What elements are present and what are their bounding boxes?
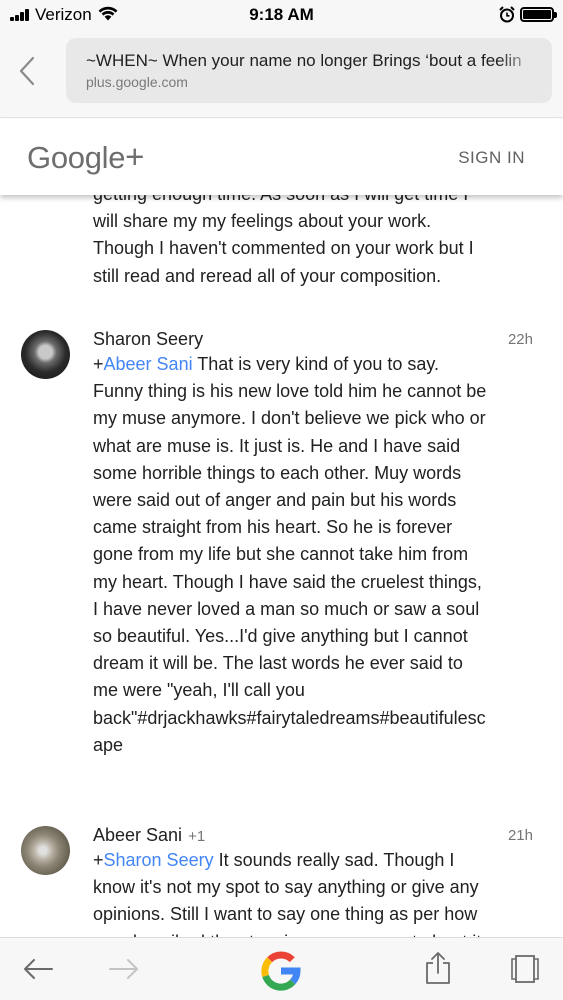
- alarm-clock-icon: [499, 6, 515, 23]
- logo-wordmark: Google: [27, 140, 126, 175]
- avatar[interactable]: [21, 330, 70, 379]
- google-g-icon[interactable]: [259, 949, 303, 993]
- avatar[interactable]: [21, 826, 70, 875]
- mention-link[interactable]: Abeer Sani: [104, 354, 193, 374]
- google-plus-logo[interactable]: Google+: [27, 138, 144, 176]
- back-arrow-icon[interactable]: [22, 958, 54, 980]
- status-bar: Verizon 9:18 AM: [0, 0, 563, 30]
- comment-body: +Abeer Sani That is very kind of you to …: [93, 351, 488, 759]
- browser-url-bar: ~WHEN~ When your name no longer Brings ‘…: [0, 30, 563, 118]
- comments-list: getting enough time. As soon as I will g…: [0, 195, 563, 937]
- comment-body-partial: getting enough time. As soon as I will g…: [93, 195, 474, 286]
- comment-timestamp: 21h: [507, 827, 533, 844]
- address-field[interactable]: ~WHEN~ When your name no longer Brings ‘…: [66, 38, 552, 103]
- comment-author[interactable]: Abeer Sani: [93, 825, 182, 845]
- comment-text: That is very kind of you to say. Funny t…: [93, 354, 487, 755]
- share-icon[interactable]: [424, 951, 452, 985]
- mention-prefix: +: [93, 354, 104, 374]
- chevron-left-icon[interactable]: [18, 56, 36, 86]
- status-time: 9:18 AM: [249, 5, 314, 24]
- logo-plus: +: [125, 138, 145, 175]
- comment-body: +Sharon Seery It sounds really sad. Thou…: [93, 847, 488, 937]
- plus-one-count: +1: [188, 828, 206, 845]
- browser-toolbar: [0, 937, 563, 1000]
- page-title: ~WHEN~ When your name no longer Brings ‘…: [86, 51, 538, 71]
- mention-link[interactable]: Sharon Seery: [104, 850, 214, 870]
- comment-author-line: Abeer Sani +1: [93, 825, 205, 846]
- battery-icon: [520, 7, 557, 22]
- tabs-icon[interactable]: [508, 954, 542, 984]
- forward-arrow-icon[interactable]: [108, 958, 140, 980]
- comment-author[interactable]: Sharon Seery: [93, 329, 203, 350]
- sign-in-button[interactable]: SIGN IN: [458, 148, 525, 168]
- comment-timestamp: 22h: [507, 331, 533, 348]
- gplus-header: Google+ SIGN IN: [0, 119, 563, 195]
- page-domain: plus.google.com: [86, 74, 188, 90]
- mention-prefix: +: [93, 850, 104, 870]
